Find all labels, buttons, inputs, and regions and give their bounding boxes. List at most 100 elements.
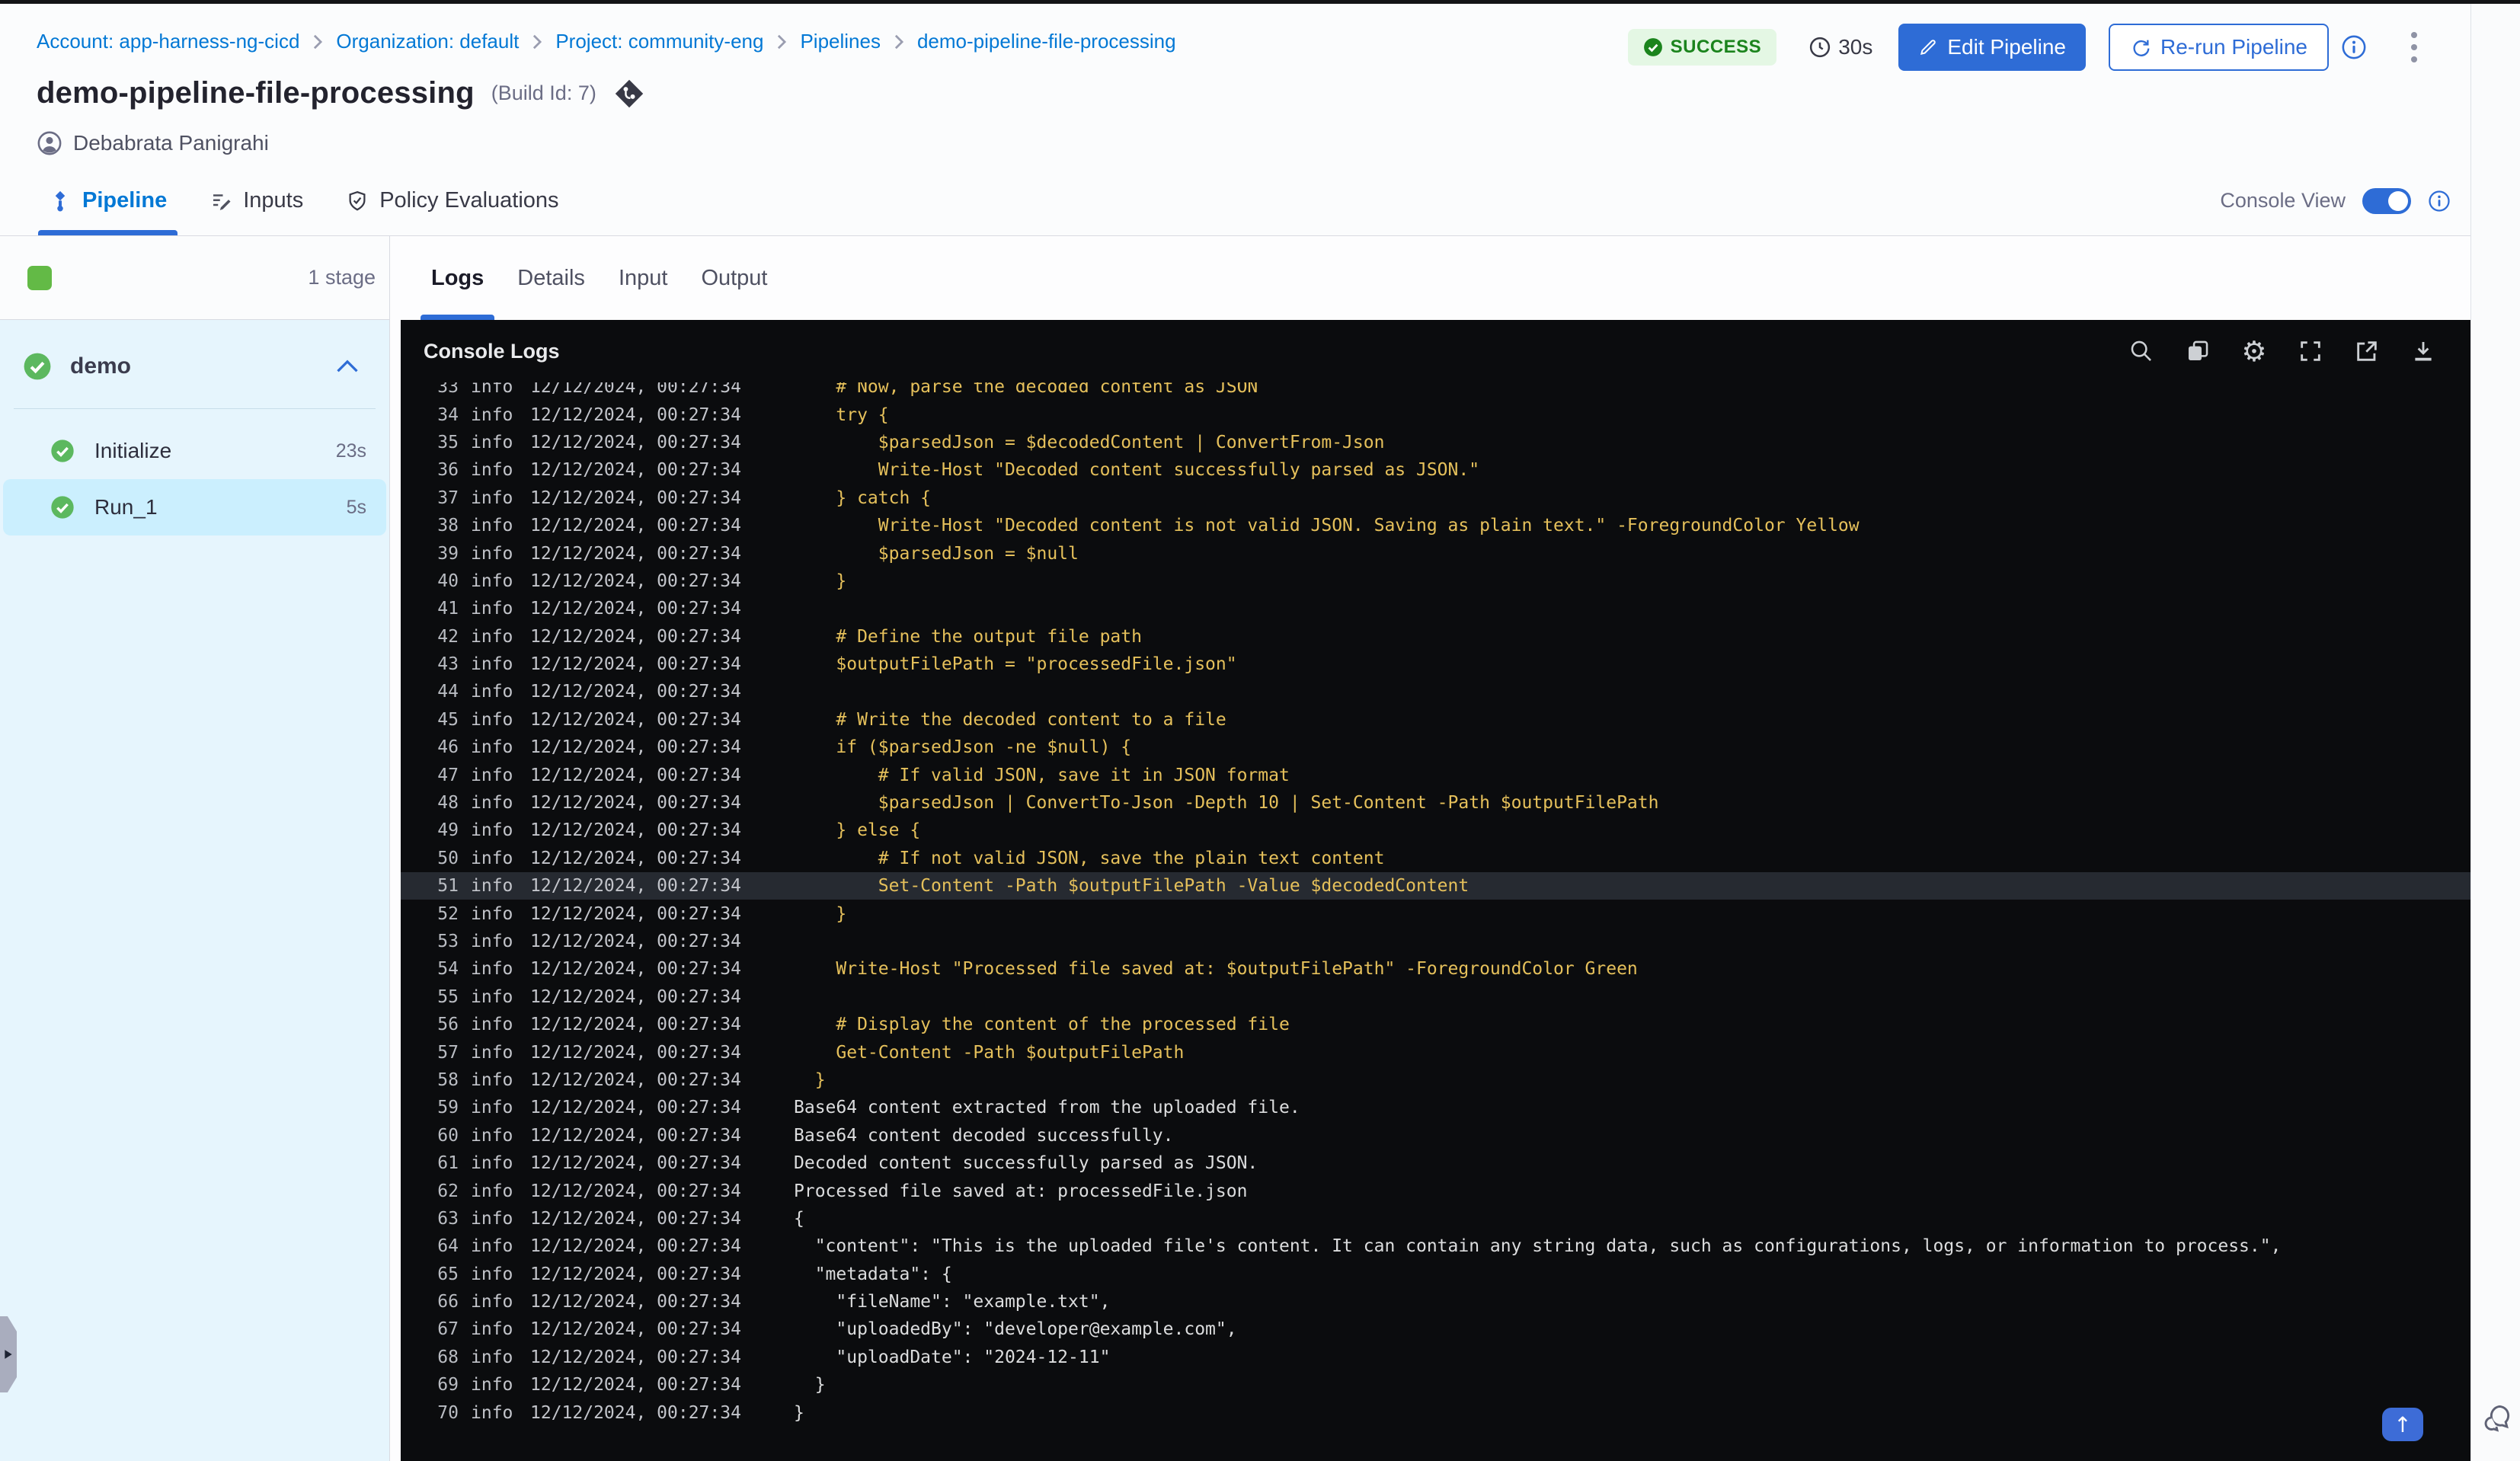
log-row[interactable]: 60 info 12/12/2024, 00:27:34 Base64 cont… (401, 1122, 2470, 1149)
breadcrumb-current-pipeline-link[interactable]: demo-pipeline-file-processing (917, 30, 1176, 53)
log-level: info (471, 460, 513, 481)
log-line-number: 67 (437, 1319, 459, 1340)
log-row[interactable]: 59 info 12/12/2024, 00:27:34 Base64 cont… (401, 1094, 2470, 1121)
log-row[interactable]: 47 info 12/12/2024, 00:27:34 # If valid … (401, 761, 2470, 788)
log-level: info (471, 959, 513, 980)
open-in-new-icon[interactable] (2353, 337, 2381, 365)
log-line-number: 33 (437, 382, 459, 398)
log-row[interactable]: 42 info 12/12/2024, 00:27:34 # Define th… (401, 623, 2470, 651)
step-row-initialize[interactable]: Initialize 23s (3, 423, 386, 479)
log-level: info (471, 1153, 513, 1174)
log-row[interactable]: 66 info 12/12/2024, 00:27:34 "fileName":… (401, 1288, 2470, 1316)
chevron-up-icon[interactable] (336, 359, 359, 374)
log-row[interactable]: 52 info 12/12/2024, 00:27:34 } (401, 900, 2470, 927)
console-view-toggle[interactable] (2362, 187, 2411, 214)
log-level: info (471, 1181, 513, 1201)
copy-icon[interactable] (2184, 337, 2211, 365)
tab-inputs[interactable]: Inputs (209, 166, 303, 235)
log-row[interactable]: 69 info 12/12/2024, 00:27:34 } (401, 1371, 2470, 1399)
expand-panel-handle[interactable] (0, 1316, 17, 1392)
breadcrumb-pipelines-link[interactable]: Pipelines (800, 30, 881, 53)
log-row[interactable]: 57 info 12/12/2024, 00:27:34 Get-Content… (401, 1038, 2470, 1066)
log-line-number: 51 (437, 876, 459, 897)
log-row[interactable]: 56 info 12/12/2024, 00:27:34 # Display t… (401, 1011, 2470, 1038)
log-row[interactable]: 58 info 12/12/2024, 00:27:34 } (401, 1066, 2470, 1094)
log-row[interactable]: 67 info 12/12/2024, 00:27:34 "uploadedBy… (401, 1316, 2470, 1343)
breadcrumb-project-link[interactable]: Project: community-eng (555, 30, 763, 53)
help-chat-icon[interactable] (2480, 1402, 2514, 1435)
log-row[interactable]: 41 info 12/12/2024, 00:27:34 (401, 595, 2470, 622)
log-row[interactable]: 68 info 12/12/2024, 00:27:34 "uploadDate… (401, 1344, 2470, 1371)
log-timestamp: 12/12/2024, 00:27:34 (530, 903, 741, 924)
log-row[interactable]: 64 info 12/12/2024, 00:27:34 "content": … (401, 1232, 2470, 1260)
status-label: SUCCESS (1670, 37, 1762, 57)
log-message: } (794, 1069, 826, 1090)
log-message: Write-Host "Decoded content successfully… (794, 460, 1480, 481)
log-line-number: 44 (437, 682, 459, 702)
log-row[interactable]: 49 info 12/12/2024, 00:27:34 } else { (401, 817, 2470, 844)
log-row[interactable]: 35 info 12/12/2024, 00:27:34 $parsedJson… (401, 429, 2470, 456)
log-row[interactable]: 46 info 12/12/2024, 00:27:34 if ($parsed… (401, 734, 2470, 761)
log-message: Write-Host "Decoded content is not valid… (794, 516, 1860, 536)
log-line-number: 48 (437, 793, 459, 814)
log-row[interactable]: 34 info 12/12/2024, 00:27:34 try { (401, 401, 2470, 428)
log-message: $parsedJson | ConvertTo-Json -Depth 10 |… (794, 793, 1659, 814)
log-row[interactable]: 39 info 12/12/2024, 00:27:34 $parsedJson… (401, 539, 2470, 567)
tab-policy-evaluations[interactable]: Policy Evaluations (346, 166, 559, 235)
tab-pipeline[interactable]: Pipeline (37, 166, 178, 235)
status-badge: SUCCESS (1627, 29, 1777, 66)
log-line-number: 52 (437, 903, 459, 924)
stage-demo-header[interactable]: demo (0, 341, 389, 392)
console-tab-logs[interactable]: Logs (420, 236, 495, 320)
log-row[interactable]: 36 info 12/12/2024, 00:27:34 Write-Host … (401, 456, 2470, 484)
inputs-icon (213, 193, 231, 210)
log-row[interactable]: 38 info 12/12/2024, 00:27:34 Write-Host … (401, 512, 2470, 539)
breadcrumb-account-link[interactable]: Account: app-harness-ng-cicd (37, 30, 299, 53)
log-timestamp: 12/12/2024, 00:27:34 (530, 404, 741, 425)
log-line-number: 38 (437, 516, 459, 536)
log-row[interactable]: 33 info 12/12/2024, 00:27:34 # Now, pars… (401, 382, 2470, 401)
more-options-button[interactable] (2403, 27, 2425, 67)
console-tab-output[interactable]: Output (701, 236, 767, 320)
stage-tree: demo Initialize 23s Run_1 5s (0, 320, 389, 1461)
log-area[interactable]: 33 info 12/12/2024, 00:27:34 # Now, pars… (401, 382, 2470, 1461)
log-row[interactable]: 54 info 12/12/2024, 00:27:34 Write-Host … (401, 955, 2470, 983)
log-level: info (471, 599, 513, 619)
log-row[interactable]: 62 info 12/12/2024, 00:27:34 Processed f… (401, 1177, 2470, 1204)
log-level: info (471, 793, 513, 814)
log-message: "uploadDate": "2024-12-11" (794, 1347, 1111, 1367)
settings-icon[interactable]: ⚙ (2240, 337, 2268, 366)
console-tab-details[interactable]: Details (517, 236, 585, 320)
edit-pipeline-button[interactable]: Edit Pipeline (1898, 24, 2086, 71)
log-message: # Write the decoded content to a file (794, 709, 1226, 730)
log-row[interactable]: 43 info 12/12/2024, 00:27:34 $outputFile… (401, 651, 2470, 678)
info-icon[interactable] (2341, 34, 2367, 60)
stage-name: demo (70, 353, 132, 379)
console-view-info-icon[interactable] (2428, 190, 2451, 213)
log-row[interactable]: 70 info 12/12/2024, 00:27:34 } (401, 1399, 2470, 1426)
fullscreen-icon[interactable] (2297, 337, 2324, 365)
log-row[interactable]: 50 info 12/12/2024, 00:27:34 # If not va… (401, 845, 2470, 872)
log-row[interactable]: 65 info 12/12/2024, 00:27:34 "metadata":… (401, 1261, 2470, 1288)
log-row[interactable]: 45 info 12/12/2024, 00:27:34 # Write the… (401, 706, 2470, 734)
console-tab-input[interactable]: Input (619, 236, 668, 320)
log-row[interactable]: 63 info 12/12/2024, 00:27:34 { (401, 1205, 2470, 1232)
log-row[interactable]: 40 info 12/12/2024, 00:27:34 } (401, 567, 2470, 595)
rerun-pipeline-button[interactable]: Re-run Pipeline (2109, 24, 2329, 71)
log-message: if ($parsedJson -ne $null) { (794, 737, 1132, 758)
log-level: info (471, 516, 513, 536)
log-row[interactable]: 44 info 12/12/2024, 00:27:34 (401, 678, 2470, 705)
breadcrumb-organization-link[interactable]: Organization: default (336, 30, 519, 53)
log-level: info (471, 932, 513, 951)
search-icon[interactable] (2128, 337, 2155, 365)
log-row[interactable]: 48 info 12/12/2024, 00:27:34 $parsedJson… (401, 789, 2470, 817)
log-row[interactable]: 61 info 12/12/2024, 00:27:34 Decoded con… (401, 1149, 2470, 1177)
scroll-to-top-button[interactable]: ↑ (2382, 1408, 2423, 1441)
step-row-run-1[interactable]: Run_1 5s (3, 479, 386, 535)
log-row[interactable]: 55 info 12/12/2024, 00:27:34 (401, 983, 2470, 1011)
log-row[interactable]: 37 info 12/12/2024, 00:27:34 } catch { (401, 484, 2470, 512)
log-row[interactable]: 53 info 12/12/2024, 00:27:34 (401, 928, 2470, 955)
download-icon[interactable] (2410, 337, 2437, 365)
log-level: info (471, 543, 513, 564)
log-row[interactable]: 51 info 12/12/2024, 00:27:34 Set-Content… (401, 872, 2470, 900)
